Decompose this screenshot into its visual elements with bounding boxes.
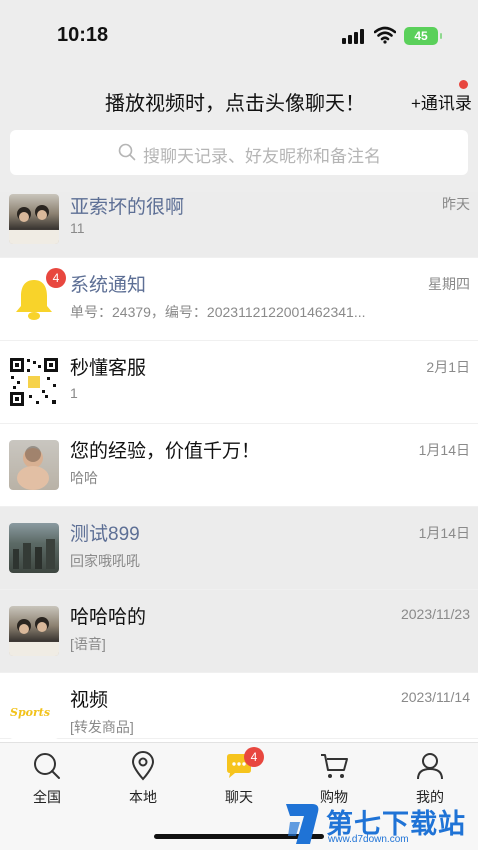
chat-message: 1 [70,385,78,401]
search-icon [118,143,136,161]
wifi-icon [374,26,396,44]
chat-name: 哈哈哈的 [70,607,147,628]
chat-row[interactable]: 您的经验，价值千万！ 哈哈 1月14日 [0,424,478,507]
avatar [9,194,59,244]
chat-message: [语音] [70,636,106,652]
battery-icon: 45 [404,27,442,45]
status-time: 10:18 [57,24,109,46]
notification-dot [459,80,468,89]
page-header: 播放视频时，点击头像聊天！ +通讯录 [0,70,478,130]
avatar [9,606,59,656]
qr-code [9,357,59,407]
watermark-logo-icon [286,804,319,844]
tab-national[interactable]: 全国 [12,751,82,811]
chat-list: 亚索坏的很啊 11 昨天 4 系统通知 单号：24379，编号：20231121… [0,192,478,739]
chat-message: 单号：24379，编号：2023112122001462341... [70,304,366,320]
sports-logo: Sports [9,689,59,739]
tab-chat[interactable]: 4 聊天 [204,747,274,811]
person-icon [417,753,443,780]
chat-name: 系统通知 [70,275,147,296]
chat-name: 亚索坏的很啊 [70,197,185,218]
contacts-button[interactable]: +通讯录 [411,89,472,114]
chat-row[interactable]: Sports 视频 [转发商品] 2023/11/14 [0,673,478,739]
chat-name: 您的经验，价值千万！ [70,441,261,462]
search-placeholder: 搜聊天记录、好友昵称和备注名 [143,147,381,166]
chat-row[interactable]: 秒懂客服 1 2月1日 [0,341,478,424]
tab-label: 聊天 [225,789,253,805]
chat-time: 2023/11/23 [400,606,470,622]
chat-row[interactable]: 哈哈哈的 [语音] 2023/11/23 [0,590,478,673]
watermark: 第七下载站 www.d7down.com [282,798,472,850]
chat-name: 视频 [70,690,109,711]
chat-message: 回家哦吼吼 [70,553,140,569]
chat-message: 11 [70,220,85,236]
signal-icon [342,28,368,44]
chat-name: 测试899 [70,524,140,545]
unread-badge: 4 [244,747,264,767]
tab-label: 全国 [33,789,61,805]
location-pin-icon [131,751,155,781]
chat-message: [转发商品] [70,719,134,735]
avatar [9,523,59,573]
chat-time: 1月14日 [418,525,470,541]
watermark-url: www.d7down.com [328,834,409,845]
chat-time: 2月1日 [426,359,470,375]
cart-icon [321,754,348,778]
chat-row[interactable]: 测试899 回家哦吼吼 1月14日 [0,507,478,590]
chat-row[interactable]: 4 系统通知 单号：24379，编号：2023112122001462341..… [0,258,478,341]
chat-time: 昨天 [442,196,470,212]
chat-message: 哈哈 [70,470,98,486]
sports-logo-text: Sports [10,706,51,719]
status-bar: 10:18 45 [0,0,478,70]
search-input[interactable]: 搜聊天记录、好友昵称和备注名 [10,130,468,175]
chat-time: 星期四 [428,276,470,292]
chat-time: 1月14日 [418,442,470,458]
chat-name: 秒懂客服 [70,358,147,379]
unread-badge: 4 [46,268,66,288]
tab-label: 本地 [129,789,157,805]
chat-time: 2023/11/14 [400,689,470,705]
avatar [9,440,59,490]
tab-local[interactable]: 本地 [108,751,178,811]
search-icon [34,753,60,779]
search-area: 搜聊天记录、好友昵称和备注名 [0,130,478,192]
page-title: 播放视频时，点击头像聊天！ [105,93,365,115]
chat-row[interactable]: 亚索坏的很啊 11 昨天 [0,192,478,258]
